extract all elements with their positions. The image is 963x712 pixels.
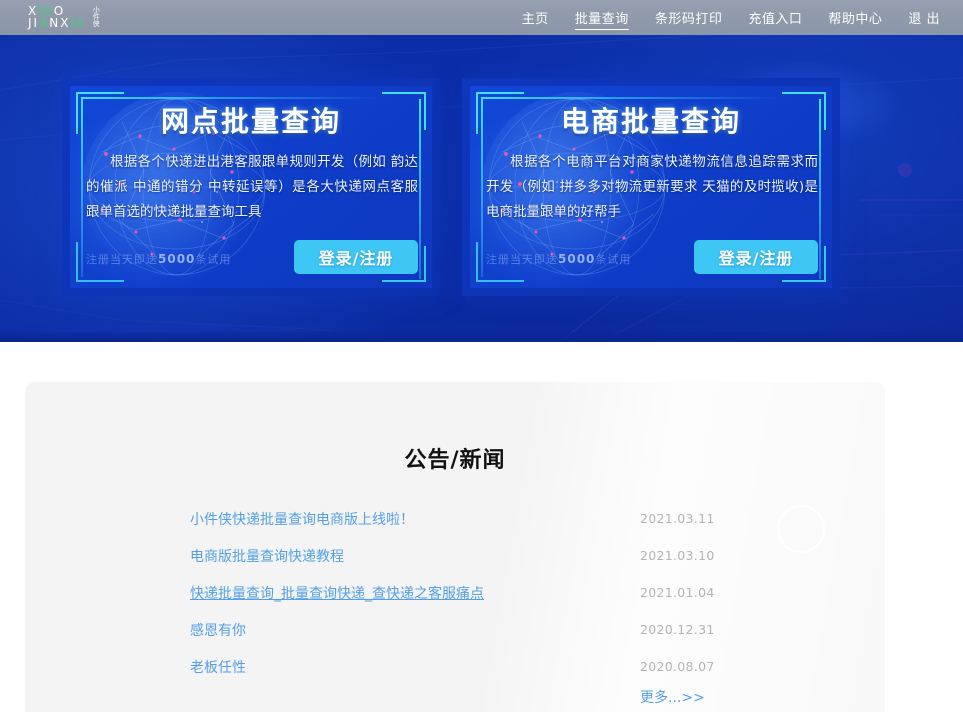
banner-card-inner: 网点批量查询 根据各个快递进出港客服跟单规则开发（例如 韵达的催派 中通的错分 … (70, 86, 432, 288)
site-logo[interactable]: XIVO JIANXIA 小件侠 (28, 5, 101, 30)
news-item-date: 2021.03.10 (640, 548, 715, 563)
news-item-link[interactable]: 感恩有你 (190, 620, 246, 640)
login-register-button-branch[interactable]: 登录/注册 (294, 240, 418, 274)
news-more-link[interactable]: 更多...>> (640, 687, 705, 707)
logo-line-2: JIANXIA (28, 16, 87, 30)
banner-card-title: 电商批量查询 (560, 105, 741, 138)
top-navigation-bar: XIVO JIANXIA 小件侠 主页 批量查询 条形码打印 充值入口 帮助中心… (0, 0, 963, 35)
banner-card-inner: 电商批量查询 根据各个电商平台对商家快递物流信息追踪需求而开发（例如 拼多多对物… (470, 86, 832, 288)
news-item-link[interactable]: 电商版批量查询快递教程 (190, 546, 344, 566)
news-panel: 公告/新闻 小件侠快递批量查询电商版上线啦！ 2021.03.11 电商版批量查… (25, 382, 885, 712)
promo-suffix: 条试用 (595, 253, 632, 266)
news-section-title: 公告/新闻 (404, 448, 506, 473)
nav-item-barcode-print[interactable]: 条形码打印 (642, 8, 736, 27)
news-item-link[interactable]: 快递批量查询_批量查询快递_查快递之客服痛点 (190, 583, 484, 603)
promo-prefix: 注册当天即送 (86, 253, 158, 266)
news-item-date: 2021.01.04 (640, 585, 715, 600)
banner-card-description: 根据各个电商平台对商家快递物流信息追踪需求而开发（例如 拼多多对物流更新要求 天… (486, 154, 818, 220)
news-list-item: 老板任性 2020.08.07 (190, 648, 715, 685)
nav-item-batch-query[interactable]: 批量查询 (562, 8, 642, 30)
banner-card-promo-note: 注册当天即送5000条试用 (86, 251, 231, 267)
logo-wordmark: XIVO JIANXIA (28, 5, 87, 30)
main-nav: 主页 批量查询 条形码打印 充值入口 帮助中心 退 出 (509, 8, 953, 30)
news-item-date: 2020.12.31 (640, 622, 715, 637)
news-more-row: 更多...>> (190, 685, 715, 712)
banner-card-title: 网点批量查询 (160, 105, 341, 138)
news-list-item: 小件侠快递批量查询电商版上线啦！ 2021.03.11 (190, 500, 715, 537)
banner-card-description: 根据各个快递进出港客服跟单规则开发（例如 韵达的催派 中通的错分 中转延误等）是… (86, 154, 418, 220)
promo-prefix: 注册当天即送 (486, 253, 558, 266)
banner-card-ecommerce-query: 电商批量查询 根据各个电商平台对商家快递物流信息追踪需求而开发（例如 拼多多对物… (462, 78, 840, 296)
login-register-button-ecommerce[interactable]: 登录/注册 (694, 240, 818, 274)
news-item-link[interactable]: 小件侠快递批量查询电商版上线啦！ (190, 509, 414, 529)
news-item-link[interactable]: 老板任性 (190, 657, 246, 677)
nav-item-logout[interactable]: 退 出 (895, 8, 953, 27)
banner-card-branch-query: 网点批量查询 根据各个快递进出港客服跟单规则开发（例如 韵达的催派 中通的错分 … (62, 78, 440, 296)
promo-suffix: 条试用 (195, 253, 232, 266)
news-list-item: 快递批量查询_批量查询快递_查快递之客服痛点 2021.01.04 (190, 574, 715, 611)
news-item-date: 2021.03.11 (640, 511, 715, 526)
hero-banner: 网点批量查询 根据各个快递进出港客服跟单规则开发（例如 韵达的催派 中通的错分 … (0, 0, 963, 342)
news-item-date: 2020.08.07 (640, 659, 715, 674)
news-list-item: 电商版批量查询快递教程 2021.03.10 (190, 537, 715, 574)
logo-chinese-name: 小件侠 (92, 5, 101, 27)
banner-card-promo-note: 注册当天即送5000条试用 (486, 251, 631, 267)
news-list-item: 感恩有你 2020.12.31 (190, 611, 715, 648)
nav-item-help-center[interactable]: 帮助中心 (815, 8, 895, 27)
hero-bottom-strip (0, 332, 963, 342)
promo-number: 5000 (558, 252, 596, 266)
nav-item-home[interactable]: 主页 (509, 8, 562, 27)
news-list: 小件侠快递批量查询电商版上线啦！ 2021.03.11 电商版批量查询快递教程 … (25, 500, 885, 712)
promo-number: 5000 (158, 252, 196, 266)
nav-item-recharge[interactable]: 充值入口 (735, 8, 815, 27)
page-body: 公告/新闻 小件侠快递批量查询电商版上线啦！ 2021.03.11 电商版批量查… (0, 342, 963, 712)
